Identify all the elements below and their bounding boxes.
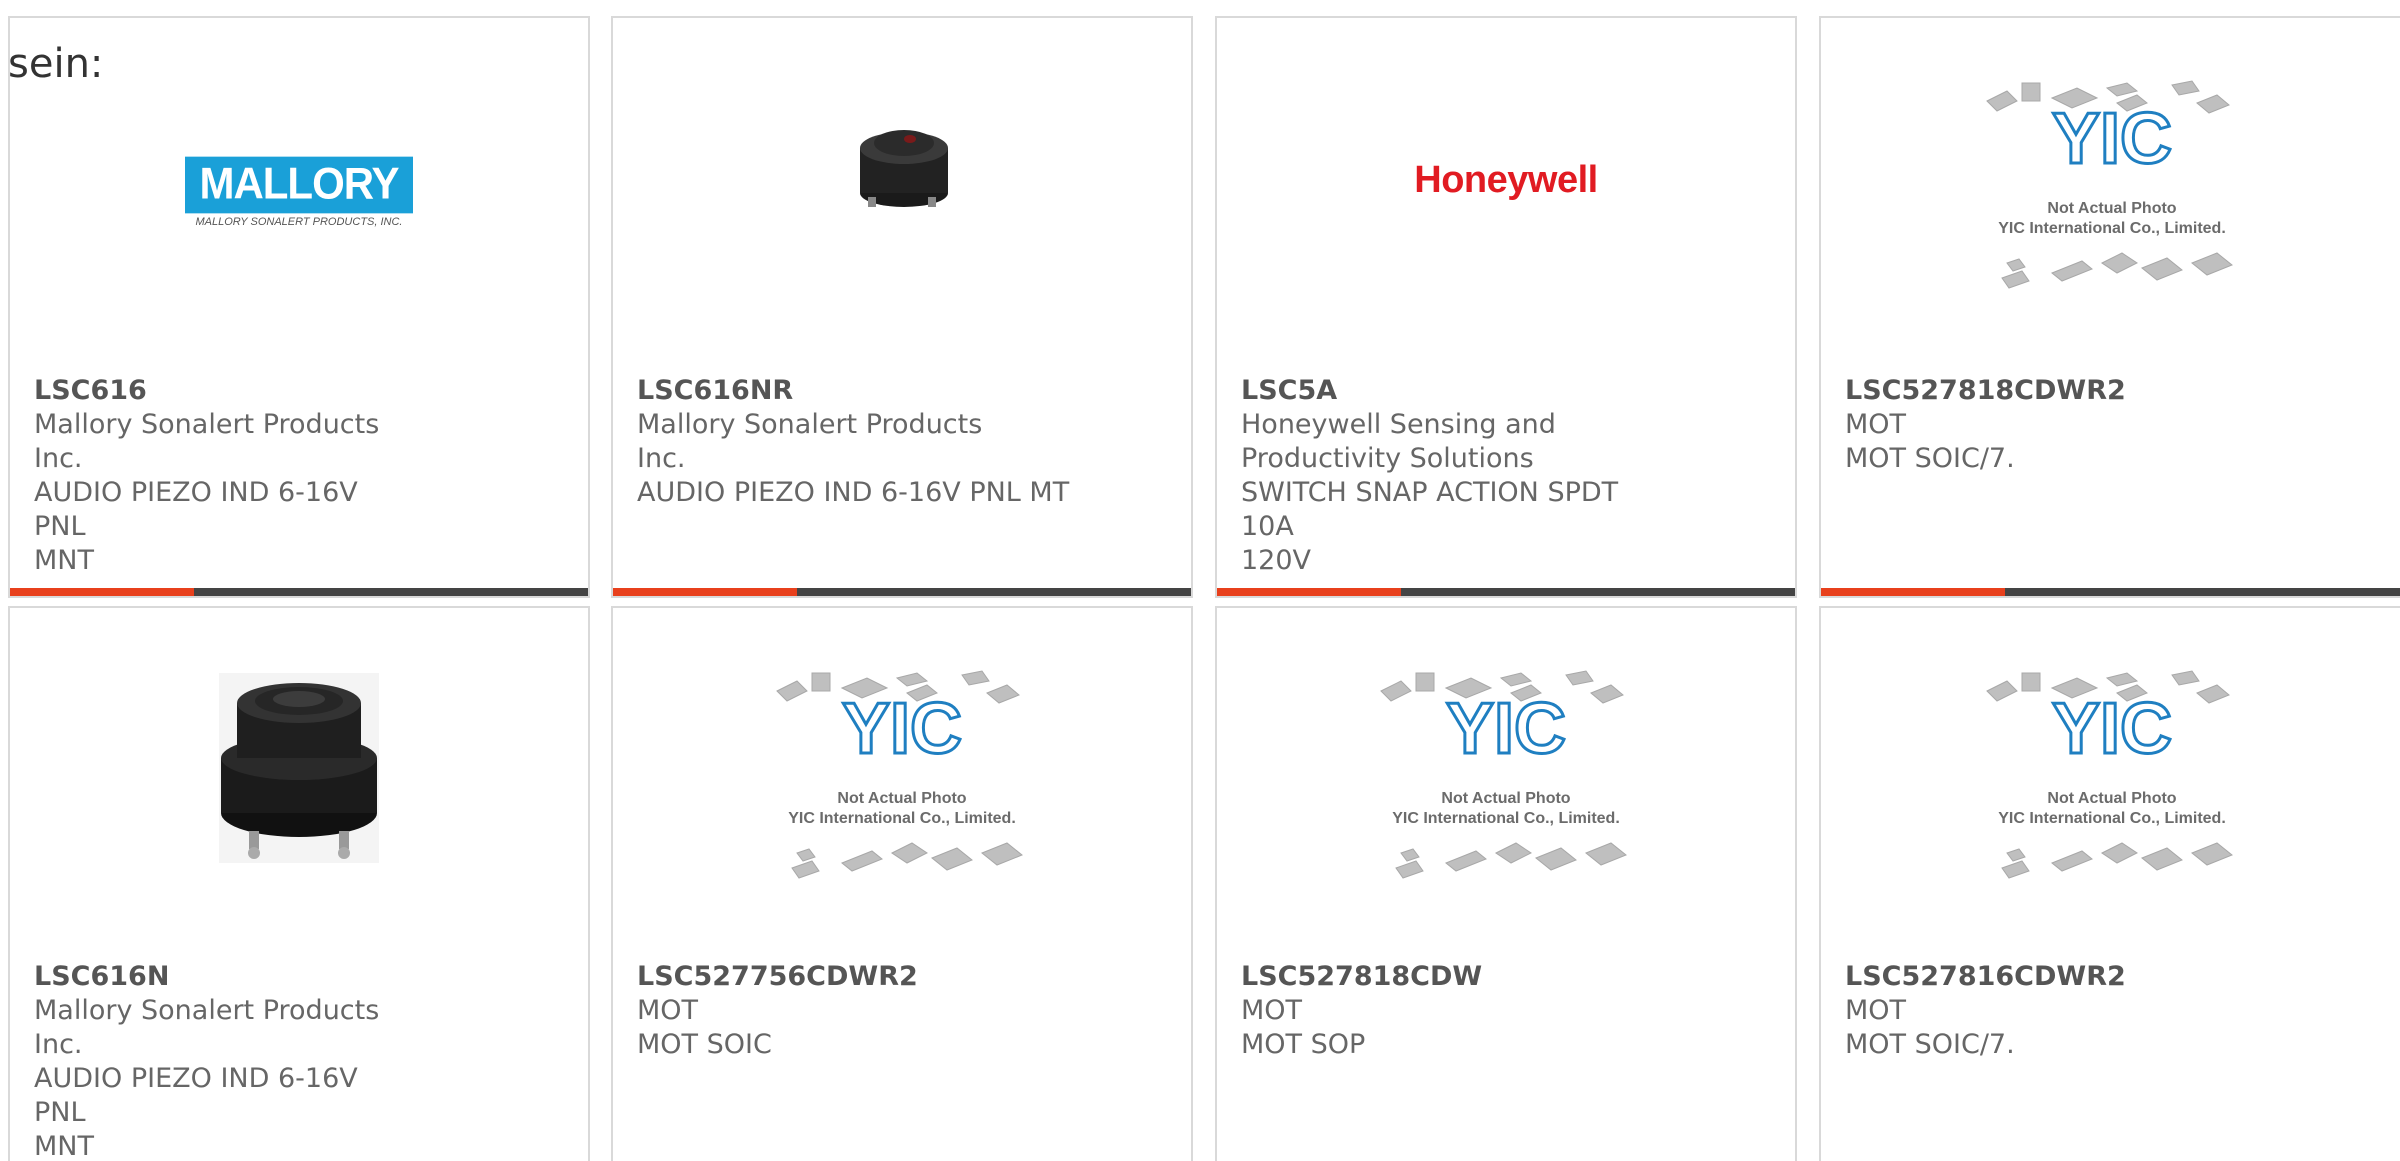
mallory-logo-text: MALLORY <box>185 156 413 214</box>
part-number[interactable]: LSC527818CDW <box>1241 960 1771 994</box>
product-image[interactable]: YIC Not Actual Photo YIC International C… <box>1821 670 2400 948</box>
buzzer-large-image <box>219 673 379 863</box>
description-line: MNT <box>34 1131 94 1161</box>
product-card[interactable]: YIC Not Actual Photo YIC International C… <box>1819 606 2400 1161</box>
description-line: MOT SOP <box>1241 1029 1366 1060</box>
product-grid: MALLORY MALLORY SONALERT PRODUCTS, INC. … <box>0 0 2400 1161</box>
part-number[interactable]: LSC527816CDWR2 <box>1845 960 2383 994</box>
product-image[interactable]: YIC Not Actual Photo YIC International C… <box>613 670 1191 948</box>
product-card[interactable]: LSC616N Mallory Sonalert Products Inc. A… <box>8 606 590 1161</box>
yic-logo-text: YIC <box>1446 689 1566 769</box>
description-line: MNT <box>34 545 94 576</box>
description-line: SWITCH SNAP ACTION SPDT 10A <box>1241 477 1619 542</box>
yic-logo-text: YIC <box>842 689 962 769</box>
placeholder-line1: Not Actual Photo <box>1441 790 1570 807</box>
product-info: LSC527816CDWR2 MOT MOT SOIC/7. <box>1845 960 2383 1062</box>
product-info: LSC527756CDWR2 MOT MOT SOIC <box>637 960 1167 1062</box>
description-line: MOT SOIC <box>637 1029 772 1060</box>
part-number[interactable]: LSC616 <box>34 374 564 408</box>
part-number[interactable]: LSC527818CDWR2 <box>1845 374 2383 408</box>
placeholder-line1: Not Actual Photo <box>2047 790 2176 807</box>
product-info: LSC616N Mallory Sonalert Products Inc. A… <box>34 960 564 1161</box>
product-grid-page: sein: MALLORY MALLORY SONALERT PRODUCTS,… <box>0 0 2400 1161</box>
product-image[interactable] <box>613 98 1191 348</box>
mallory-logo-subtitle: MALLORY SONALERT PRODUCTS, INC. <box>195 216 403 228</box>
product-info: LSC527818CDWR2 MOT MOT SOIC/7. <box>1845 374 2383 476</box>
description-line: MOT SOIC/7. <box>1845 1029 2015 1060</box>
manufacturer: Mallory Sonalert Products Inc. <box>34 409 380 474</box>
card-accent <box>613 588 797 596</box>
product-image[interactable]: YIC Not Actual Photo YIC International C… <box>1821 80 2400 358</box>
manufacturer: MOT <box>1845 409 1907 440</box>
card-accent <box>10 588 194 596</box>
description-line: AUDIO PIEZO IND 6-16V PNL <box>34 1063 358 1128</box>
product-info: LSC616 Mallory Sonalert Products Inc. AU… <box>34 374 564 578</box>
product-card[interactable]: Honeywell LSC5A Honeywell Sensing and Pr… <box>1215 16 1797 598</box>
description-line: AUDIO PIEZO IND 6-16V PNL MT <box>637 477 1070 508</box>
yic-placeholder-image: YIC Not Actual Photo YIC International C… <box>1986 80 2233 289</box>
product-info: LSC616NR Mallory Sonalert Products Inc. … <box>637 374 1167 510</box>
manufacturer: MOT <box>1845 995 1907 1026</box>
yic-logo-text: YIC <box>2052 99 2172 179</box>
product-image[interactable]: YIC Not Actual Photo YIC International C… <box>1217 670 1795 948</box>
product-card[interactable]: YIC Not Actual Photo YIC International C… <box>1819 16 2400 598</box>
part-number[interactable]: LSC616NR <box>637 374 1167 408</box>
yic-placeholder-image: YIC Not Actual Photo YIC International C… <box>776 670 1023 879</box>
part-number[interactable]: LSC527756CDWR2 <box>637 960 1167 994</box>
mallory-logo: MALLORY MALLORY SONALERT PRODUCTS, INC. <box>185 156 413 228</box>
yic-placeholder-image: YIC Not Actual Photo YIC International C… <box>1986 670 2233 879</box>
product-image[interactable]: Honeywell <box>1217 98 1795 348</box>
manufacturer: MOT <box>637 995 699 1026</box>
manufacturer: Mallory Sonalert Products Inc. <box>637 409 983 474</box>
card-accent <box>1217 588 1401 596</box>
card-bottom-bar <box>1821 588 2400 596</box>
description-line: 120V <box>1241 545 1312 576</box>
part-number[interactable]: LSC616N <box>34 960 564 994</box>
description-line: MOT SOIC/7. <box>1845 443 2015 474</box>
card-bottom-bar <box>10 588 588 596</box>
part-number[interactable]: LSC5A <box>1241 374 1771 408</box>
product-card[interactable]: YIC Not Actual Photo YIC International C… <box>611 606 1193 1161</box>
product-card[interactable]: YIC Not Actual Photo YIC International C… <box>1215 606 1797 1161</box>
manufacturer-line: Productivity Solutions <box>1241 443 1534 474</box>
product-info: LSC5A Honeywell Sensing and Productivity… <box>1241 374 1771 578</box>
buzzer-small-image <box>860 130 948 207</box>
product-card[interactable]: MALLORY MALLORY SONALERT PRODUCTS, INC. … <box>8 16 590 598</box>
product-card[interactable]: LSC616NR Mallory Sonalert Products Inc. … <box>611 16 1193 598</box>
placeholder-line1: Not Actual Photo <box>2047 200 2176 217</box>
placeholder-line2: YIC International Co., Limited. <box>1392 810 1620 827</box>
yic-placeholder-image: YIC Not Actual Photo YIC International C… <box>1380 670 1627 879</box>
header-text: sein: <box>8 41 104 87</box>
honeywell-logo: Honeywell <box>1414 159 1598 201</box>
yic-logo-text: YIC <box>2052 689 2172 769</box>
product-image[interactable]: MALLORY MALLORY SONALERT PRODUCTS, INC. <box>10 98 588 348</box>
manufacturer: MOT <box>1241 995 1303 1026</box>
card-bottom-bar <box>613 588 1191 596</box>
placeholder-line1: Not Actual Photo <box>837 790 966 807</box>
placeholder-line2: YIC International Co., Limited. <box>1998 220 2226 237</box>
description-line: AUDIO PIEZO IND 6-16V PNL <box>34 477 358 542</box>
manufacturer-line: Honeywell Sensing and <box>1241 409 1556 440</box>
product-info: LSC527818CDW MOT MOT SOP <box>1241 960 1771 1062</box>
card-accent <box>1821 588 2005 596</box>
placeholder-line2: YIC International Co., Limited. <box>788 810 1016 827</box>
manufacturer: Mallory Sonalert Products Inc. <box>34 995 380 1060</box>
product-image[interactable] <box>10 673 588 943</box>
card-bottom-bar <box>1217 588 1795 596</box>
placeholder-line2: YIC International Co., Limited. <box>1998 810 2226 827</box>
